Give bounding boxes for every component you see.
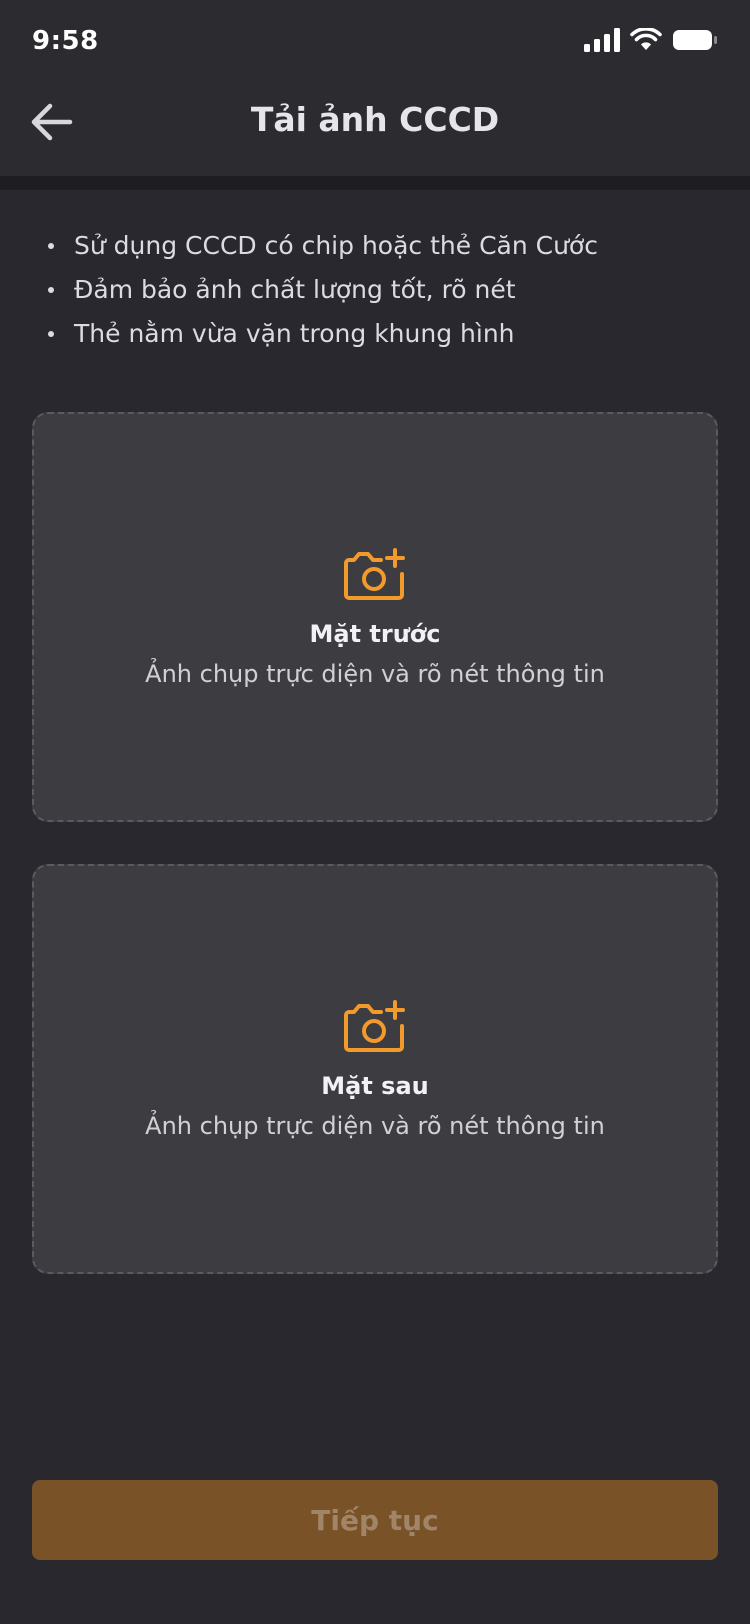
header-divider (0, 176, 750, 190)
guideline-text: Sử dụng CCCD có chip hoặc thẻ Căn Cước (74, 231, 598, 260)
continue-button[interactable]: Tiếp tục (32, 1480, 718, 1560)
bullet-icon (48, 243, 54, 249)
guideline-text: Thẻ nằm vừa vặn trong khung hình (74, 319, 515, 348)
cellular-signal-icon (584, 28, 620, 52)
camera-add-icon (344, 548, 405, 600)
battery-icon (673, 30, 717, 50)
camera-add-icon (344, 1000, 405, 1052)
bullet-icon (48, 287, 54, 293)
status-bar: 9:58 (0, 0, 750, 80)
status-icons (584, 28, 718, 52)
upload-back-card[interactable]: Mặt sau Ảnh chụp trực diện và rõ nét thô… (32, 864, 718, 1274)
page-title: Tải ảnh CCCD (250, 100, 500, 139)
card-title: Mặt sau (321, 1072, 429, 1100)
status-time: 9:58 (32, 26, 99, 56)
guideline-item: Thẻ nằm vừa vặn trong khung hình (46, 312, 598, 356)
navigation-bar: Tải ảnh CCCD (0, 80, 750, 176)
wifi-icon (630, 28, 662, 50)
guideline-list: Sử dụng CCCD có chip hoặc thẻ Căn Cước Đ… (46, 224, 598, 356)
upload-front-card[interactable]: Mặt trước Ảnh chụp trực diện và rõ nét t… (32, 412, 718, 822)
card-subtitle: Ảnh chụp trực diện và rõ nét thông tin (145, 1112, 605, 1140)
card-title: Mặt trước (309, 620, 441, 648)
bullet-icon (48, 331, 54, 337)
guideline-item: Sử dụng CCCD có chip hoặc thẻ Căn Cước (46, 224, 598, 268)
card-subtitle: Ảnh chụp trực diện và rõ nét thông tin (145, 660, 605, 688)
guideline-item: Đảm bảo ảnh chất lượng tốt, rõ nét (46, 268, 598, 312)
guideline-text: Đảm bảo ảnh chất lượng tốt, rõ nét (74, 275, 516, 304)
